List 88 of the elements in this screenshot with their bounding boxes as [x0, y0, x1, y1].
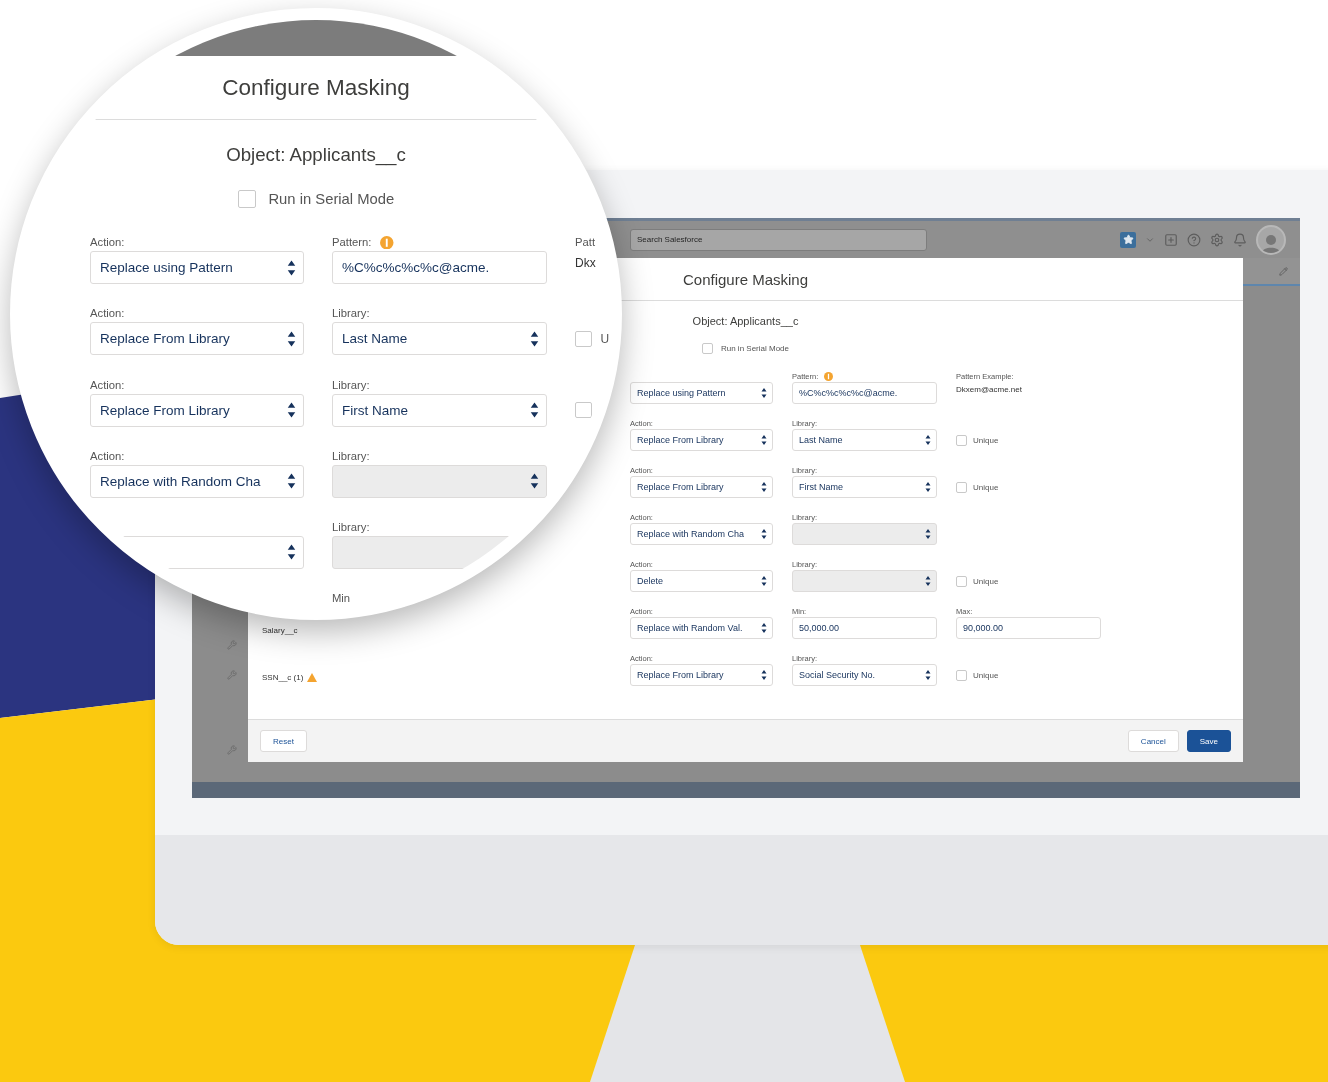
object-name: Object: Applicants__c: [692, 315, 799, 327]
checkbox-label: Unique: [973, 435, 999, 445]
field-label: Patt: [575, 236, 595, 249]
checkbox[interactable]: [956, 481, 967, 493]
dialog-title: Configure Masking: [222, 74, 410, 101]
action-select[interactable]: Replace with Random Cha: [630, 523, 773, 545]
object-name: Object: Applicants__c: [226, 143, 406, 165]
updown-arrows-icon: [925, 669, 931, 681]
pencil-icon[interactable]: [1279, 266, 1288, 276]
library-select[interactable]: Last Name: [792, 429, 937, 451]
action-select[interactable]: Replace using Pattern: [630, 382, 773, 404]
cancel-button[interactable]: Cancel: [1127, 730, 1179, 752]
library-select[interactable]: Social Security No.: [792, 664, 937, 686]
wrench-icon[interactable]: [227, 670, 237, 680]
updown-arrows-icon: [925, 575, 931, 587]
action-select[interactable]: Replace From Library: [630, 476, 773, 498]
updown-arrows-icon: [761, 528, 767, 540]
updown-arrows-icon: [529, 401, 539, 420]
updown-arrows-icon: [761, 622, 767, 634]
updown-arrows-icon: [286, 472, 296, 491]
action-select[interactable]: Replace using Pattern: [90, 251, 304, 285]
field-label: Pattern:: [332, 236, 372, 249]
star-icon[interactable]: [1120, 231, 1136, 248]
action-select[interactable]: Replace From Library: [630, 429, 773, 451]
action-select[interactable]: Replace From Library: [90, 393, 304, 427]
checkbox[interactable]: [237, 189, 257, 209]
action-select[interactable]: Replace with Random Cha: [90, 464, 304, 498]
checkbox-label: Run in Serial Mode: [268, 191, 395, 208]
checkbox[interactable]: [956, 434, 967, 446]
action-select[interactable]: Replace From Library: [630, 664, 773, 686]
avatar[interactable]: [1256, 224, 1286, 255]
updown-arrows-icon: [286, 401, 296, 420]
field-label: Library:: [332, 378, 370, 391]
dialog-title: Configure Masking: [682, 270, 809, 288]
library-select[interactable]: Last Name: [332, 322, 547, 356]
field-label: Action:: [90, 449, 125, 462]
checkbox[interactable]: [575, 330, 592, 348]
search-field[interactable]: Search Salesforce: [630, 228, 927, 251]
plus-icon[interactable]: [1164, 232, 1178, 247]
updown-arrows-icon: [925, 528, 931, 540]
wrench-icon[interactable]: [227, 640, 237, 650]
checkbox[interactable]: [956, 575, 967, 587]
updown-arrows-icon: [529, 329, 539, 348]
help-icon[interactable]: [1187, 232, 1201, 247]
updown-arrows-icon: [761, 387, 767, 399]
text-input[interactable]: 50,000.00: [792, 617, 937, 639]
pattern-example: Dkxem@acme.net: [956, 385, 1023, 394]
field-label: Action:: [90, 307, 125, 320]
checkbox-label: Unique: [973, 576, 999, 586]
pattern-example: Dkx: [575, 255, 597, 270]
updown-arrows-icon: [761, 669, 767, 681]
action-select[interactable]: Replace From Library: [90, 322, 304, 356]
checkbox-label: U: [600, 331, 610, 346]
field-label: Min: [332, 592, 351, 604]
text-input[interactable]: %C%c%c%c%c@acme.: [332, 251, 547, 285]
checkbox-label: Unique: [973, 482, 999, 492]
field-label: Action:: [90, 378, 125, 391]
checkbox[interactable]: [575, 401, 592, 419]
updown-arrows-icon: [925, 434, 931, 446]
checkbox-label: Unique: [973, 670, 999, 680]
save-button[interactable]: Save: [1186, 730, 1231, 752]
reset-button[interactable]: Reset: [260, 730, 307, 752]
updown-arrows-icon: [286, 329, 296, 348]
updown-arrows-icon: [529, 472, 539, 491]
wrench-icon[interactable]: [227, 745, 237, 755]
field-name: Salary__c: [262, 626, 298, 635]
action-select[interactable]: Replace with Random Val.: [630, 617, 773, 639]
updown-arrows-icon: [286, 258, 296, 277]
settings-icon[interactable]: [1210, 232, 1224, 247]
updown-arrows-icon: [286, 543, 296, 562]
field-label: Library:: [332, 520, 370, 533]
text-input[interactable]: %C%c%c%c%c@acme.: [792, 382, 937, 404]
library-select[interactable]: First Name: [332, 393, 547, 427]
updown-arrows-icon: [761, 481, 767, 493]
checkbox[interactable]: [701, 343, 713, 354]
checkbox[interactable]: [956, 669, 967, 681]
field-label: Action:: [90, 236, 125, 249]
text-input[interactable]: 90,000.00: [956, 617, 1101, 639]
field-label: Library:: [332, 449, 370, 462]
action-select[interactable]: Delete: [630, 570, 773, 592]
updown-arrows-icon: [925, 481, 931, 493]
checkbox-label: Run in Serial Mode: [720, 344, 789, 353]
field-name: SSN__c (1): [262, 673, 304, 682]
library-select[interactable]: First Name: [792, 476, 937, 498]
updown-arrows-icon: [761, 434, 767, 446]
bell-icon[interactable]: [1233, 232, 1247, 247]
updown-arrows-icon: [761, 575, 767, 587]
field-label: Library:: [332, 307, 370, 320]
